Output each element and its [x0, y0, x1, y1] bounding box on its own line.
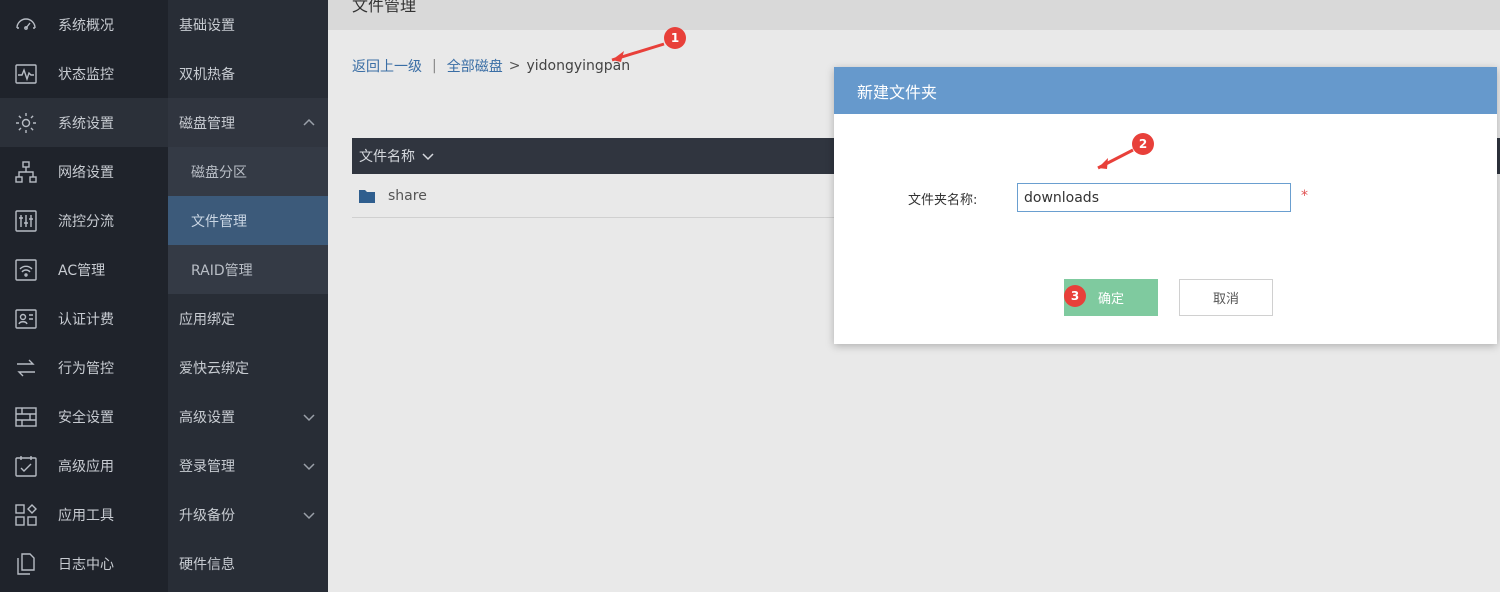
sidebar-item-label: 系统概况	[58, 17, 114, 34]
submenu-item-file-management[interactable]: 文件管理	[168, 196, 328, 245]
sidebar-item-label: 应用工具	[58, 507, 114, 524]
dashboard-gauge-icon	[14, 13, 38, 37]
submenu-item-label: 基础设置	[179, 17, 235, 34]
submenu-item-label: 应用绑定	[179, 311, 235, 328]
submenu-item-basic-settings[interactable]: 基础设置	[168, 0, 328, 49]
submenu-item-hardware-info[interactable]: 硬件信息	[168, 539, 328, 588]
submenu-item-label: 登录管理	[179, 458, 235, 475]
submenu-item-label: 硬件信息	[179, 556, 235, 573]
breadcrumb-arrow: >	[508, 58, 521, 74]
page-header: 文件管理	[328, 0, 1500, 30]
submenu-item-label: 磁盘管理	[179, 115, 235, 132]
primary-sidebar: 系统概况 状态监控 系统设置 网络设置 流控分流 AC管理 认证计费 行为管控 …	[0, 0, 168, 592]
sidebar-item-label: 认证计费	[58, 311, 114, 328]
page-title: 文件管理	[352, 0, 417, 15]
sidebar-item-network[interactable]: 网络设置	[0, 147, 168, 196]
chevron-down-icon	[302, 410, 316, 424]
sidebar-item-label: 网络设置	[58, 164, 114, 181]
submenu-item-disk-partition[interactable]: 磁盘分区	[168, 147, 328, 196]
sidebar-item-label: 系统设置	[58, 115, 114, 132]
sidebar-item-label: 状态监控	[58, 66, 114, 83]
submenu-item-label: 文件管理	[191, 213, 247, 230]
secondary-sidebar: 基础设置 双机热备 磁盘管理 磁盘分区 文件管理 RAID管理 应用绑定 爱快云…	[168, 0, 328, 592]
submenu-item-upgrade-backup[interactable]: 升级备份	[168, 490, 328, 539]
network-tree-icon	[14, 160, 38, 184]
apps-grid-icon	[14, 503, 38, 527]
monitor-pulse-icon	[14, 62, 38, 86]
column-header-filename[interactable]: 文件名称	[359, 146, 415, 166]
sidebar-item-behavior-control[interactable]: 行为管控	[0, 343, 168, 392]
submenu-item-login-management[interactable]: 登录管理	[168, 441, 328, 490]
breadcrumb-current: yidongyingpan	[526, 58, 631, 74]
sidebar-item-auth-billing[interactable]: 认证计费	[0, 294, 168, 343]
sidebar-item-label: AC管理	[58, 262, 106, 279]
sidebar-item-label: 日志中心	[58, 556, 114, 573]
cancel-button[interactable]: 取消	[1179, 279, 1273, 316]
sidebar-item-overview[interactable]: 系统概况	[0, 0, 168, 49]
sidebar-item-security[interactable]: 安全设置	[0, 392, 168, 441]
swap-arrows-icon	[14, 356, 38, 380]
dialog-title: 新建文件夹	[834, 67, 1497, 114]
annotation-marker-3: 3	[1064, 285, 1086, 307]
sidebar-item-label: 高级应用	[58, 458, 114, 475]
chevron-down-icon	[302, 508, 316, 522]
id-card-icon	[14, 307, 38, 331]
sidebar-item-status-monitor[interactable]: 状态监控	[0, 49, 168, 98]
annotation-marker-2: 2	[1132, 133, 1154, 155]
submenu-item-label: 升级备份	[179, 507, 235, 524]
required-mark: *	[1301, 188, 1308, 204]
submenu-item-app-binding[interactable]: 应用绑定	[168, 294, 328, 343]
sidebar-item-ac-management[interactable]: AC管理	[0, 245, 168, 294]
sidebar-item-app-tools[interactable]: 应用工具	[0, 490, 168, 539]
chevron-down-icon	[302, 459, 316, 473]
file-name[interactable]: share	[388, 188, 427, 204]
breadcrumb: 返回上一级 | 全部磁盘 > yidongyingpan	[352, 56, 630, 76]
submenu-item-advanced-settings[interactable]: 高级设置	[168, 392, 328, 441]
submenu-item-label: 磁盘分区	[191, 164, 247, 181]
sidebar-item-system-settings[interactable]: 系统设置	[0, 98, 168, 147]
firewall-icon	[14, 405, 38, 429]
submenu-item-disk-management[interactable]: 磁盘管理	[168, 98, 328, 147]
sort-chevron-down-icon[interactable]	[421, 149, 435, 163]
sidebar-item-label: 安全设置	[58, 409, 114, 426]
submenu-item-raid-management[interactable]: RAID管理	[168, 245, 328, 294]
sidebar-item-flow-control[interactable]: 流控分流	[0, 196, 168, 245]
folder-icon	[359, 189, 375, 203]
sidebar-item-label: 行为管控	[58, 360, 114, 377]
folder-name-label: 文件夹名称:	[908, 193, 978, 208]
submenu-item-label: 双机热备	[179, 66, 235, 83]
submenu-item-label: 高级设置	[179, 409, 235, 426]
log-files-icon	[14, 552, 38, 576]
wifi-ap-icon	[14, 258, 38, 282]
back-link[interactable]: 返回上一级	[352, 56, 422, 76]
submenu-item-hot-standby[interactable]: 双机热备	[168, 49, 328, 98]
chevron-up-icon	[302, 116, 316, 130]
sidebar-item-log-center[interactable]: 日志中心	[0, 539, 168, 588]
new-folder-dialog: 新建文件夹 文件夹名称: * 确定 取消	[834, 67, 1497, 344]
folder-name-input[interactable]	[1017, 183, 1291, 212]
table-row[interactable]: share	[352, 174, 872, 218]
checklist-icon	[14, 454, 38, 478]
sidebar-item-label: 流控分流	[58, 213, 114, 230]
gear-icon	[14, 111, 38, 135]
sliders-icon	[14, 209, 38, 233]
annotation-marker-1: 1	[664, 27, 686, 49]
submenu-item-cloud-binding[interactable]: 爱快云绑定	[168, 343, 328, 392]
submenu-item-label: RAID管理	[191, 262, 253, 279]
all-disks-link[interactable]: 全部磁盘	[447, 56, 503, 76]
sidebar-item-advanced-apps[interactable]: 高级应用	[0, 441, 168, 490]
submenu-item-label: 爱快云绑定	[179, 360, 249, 377]
breadcrumb-separator: |	[432, 58, 437, 74]
